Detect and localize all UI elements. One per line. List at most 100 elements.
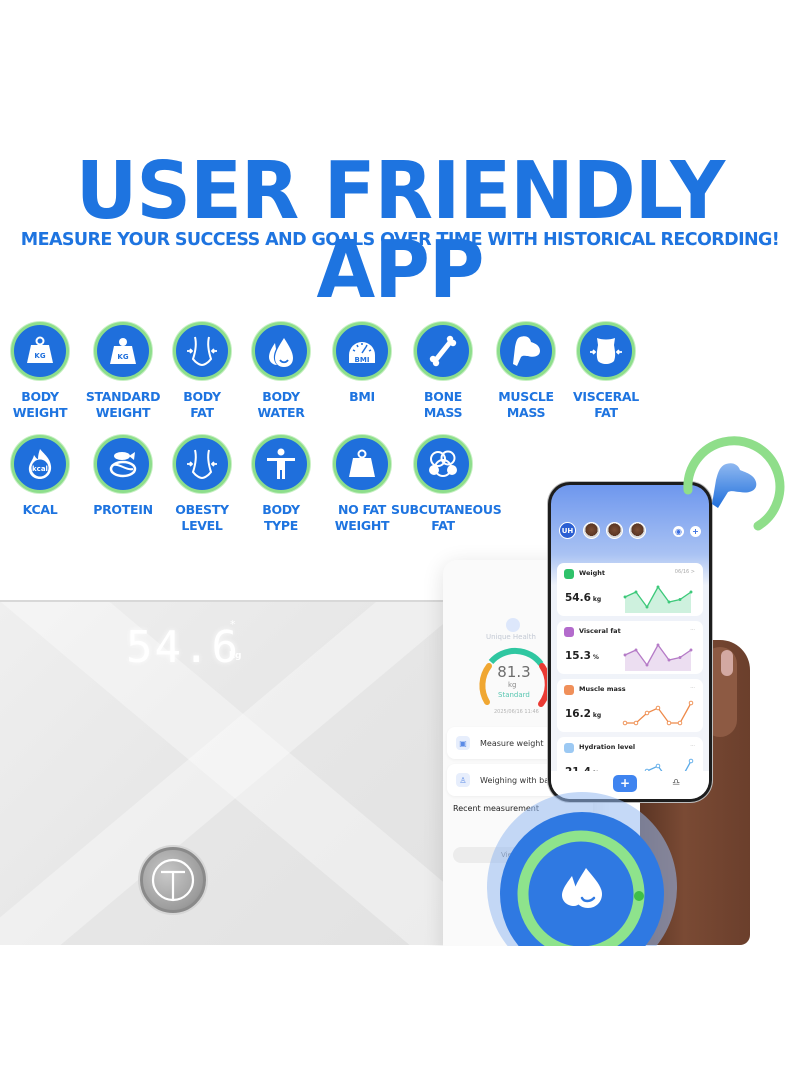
bone-icon	[429, 335, 457, 367]
trend-point	[678, 656, 682, 659]
metric-more[interactable]: 06/16 >	[675, 569, 695, 575]
feature-label: OBESTY LEVEL	[175, 502, 229, 533]
trend-point	[688, 758, 694, 764]
visceral-fat-icon	[590, 338, 622, 364]
water-drops-icon	[269, 338, 293, 367]
feature-badge	[173, 322, 231, 380]
trend-point	[688, 700, 694, 706]
trend-point	[644, 710, 650, 716]
scale-display-reading: 54.6	[126, 622, 240, 673]
trend-point	[656, 643, 660, 647]
feature-badge	[252, 322, 310, 380]
family-member-avatar[interactable]	[583, 522, 600, 539]
body-type-icon	[267, 448, 295, 479]
metric-name: Weight	[579, 569, 605, 577]
trend-point	[645, 605, 649, 609]
trend-point	[667, 658, 671, 662]
svg-text:KG: KG	[117, 353, 128, 361]
feature-badge: KG	[94, 322, 152, 380]
feature-label: PROTEIN	[93, 502, 153, 517]
feature-item: KG STANDARD WEIGHT	[81, 322, 165, 420]
menu-label: Measure weight	[480, 738, 544, 748]
metric-value: 54.6 kg	[565, 592, 601, 604]
family-member-avatar[interactable]	[629, 522, 646, 539]
metric-card[interactable]: Visceral fat ··· 15.3%	[557, 621, 703, 674]
feature-badge: BMI	[333, 322, 391, 380]
page-subheadline: MEASURE YOUR SUCCESS AND GOALS OVER TIME…	[20, 230, 780, 250]
feature-item: SUBCUTANEOUS FAT	[391, 435, 502, 533]
bmi-gauge-icon: BMI	[349, 342, 375, 364]
metric-trend-chart	[622, 700, 694, 726]
feature-label: SUBCUTANEOUS FAT	[391, 502, 502, 533]
metric-name: Muscle mass	[579, 685, 626, 693]
measure-weight-icon: ▣	[456, 736, 470, 750]
metric-value: 16.2 kg	[565, 708, 601, 720]
add-measurement-button[interactable]: +	[613, 775, 637, 792]
feature-item: VISCERAL FAT	[564, 322, 648, 420]
trend-point	[655, 705, 661, 711]
metric-more[interactable]: ···	[690, 627, 695, 633]
feature-item: OBESTY LEVEL	[160, 435, 244, 533]
feature-item: BMI BMI	[320, 322, 404, 405]
page-footer-space	[0, 946, 800, 1091]
gauge-value: 81.3	[497, 663, 531, 681]
metric-trend-chart	[623, 585, 693, 613]
metric-unit: kg	[592, 596, 602, 603]
feature-label: BMI	[349, 389, 375, 404]
metric-more[interactable]: ···	[690, 743, 695, 749]
svg-text:BMI: BMI	[355, 356, 370, 364]
trend-point	[656, 585, 660, 589]
metric-value: 15.3%	[565, 650, 599, 662]
feature-label: BODY WEIGHT	[12, 389, 68, 420]
feature-badge: kcal	[11, 435, 69, 493]
trend-point	[633, 720, 639, 726]
kg-weight-icon: KG	[27, 336, 53, 363]
scale-power-button[interactable]	[140, 847, 206, 913]
thumbnail	[721, 650, 733, 676]
protein-food-icon	[109, 452, 137, 478]
metric-name: Visceral fat	[579, 627, 621, 635]
feature-badge	[252, 435, 310, 493]
family-member-avatar[interactable]	[606, 522, 623, 539]
metric-card[interactable]: Weight 06/16 > 54.6 kg	[557, 563, 703, 616]
muscle-arm-icon	[712, 463, 757, 508]
feature-badge	[414, 435, 472, 493]
feature-label: VISCERAL FAT	[573, 389, 639, 420]
metric-more[interactable]: ···	[690, 685, 695, 691]
feature-label: BONE MASS	[423, 389, 463, 420]
trend-point	[634, 648, 638, 652]
brand-logo-icon	[506, 618, 520, 632]
feature-item: BONE MASS	[401, 322, 485, 420]
metric-unit: kg	[592, 712, 602, 719]
metric-icon	[564, 743, 574, 753]
trend-point	[623, 653, 627, 657]
trend-point	[677, 720, 683, 726]
gauge-segment-low	[479, 663, 492, 705]
metric-card[interactable]: Muscle mass ··· 16.2 kg	[557, 679, 703, 732]
feature-label: KCAL	[22, 502, 58, 517]
feature-item: BODY WATER	[239, 322, 323, 420]
feature-badge	[414, 322, 472, 380]
feature-item: kcal KCAL	[0, 435, 82, 518]
scale-logo-icon	[151, 858, 195, 902]
baby-bottle-icon: ♙	[456, 773, 470, 787]
feature-item: MUSCLE MASS	[484, 322, 568, 420]
scale-display-unit: kg	[229, 651, 242, 661]
feature-badge	[577, 322, 635, 380]
smart-scale: 54.6 kg *	[0, 600, 445, 945]
trend-point	[666, 720, 672, 726]
profile-avatar[interactable]: UH	[559, 522, 576, 539]
trend-point	[655, 763, 661, 769]
profile-icon[interactable]: ♎	[672, 778, 680, 788]
feature-badge	[94, 435, 152, 493]
trend-point	[689, 590, 693, 594]
metric-icon	[564, 627, 574, 637]
water-drops-icon	[562, 868, 602, 908]
progress-knob	[634, 891, 644, 901]
feature-item: BODY TYPE	[239, 435, 323, 533]
gauge-timestamp: 2025/06/16 11:46	[494, 709, 539, 715]
gauge-status: Standard	[498, 691, 530, 699]
obesity-level-icon	[187, 449, 217, 480]
body-fat-icon	[187, 336, 217, 367]
metric-number: 16.2	[565, 708, 591, 720]
